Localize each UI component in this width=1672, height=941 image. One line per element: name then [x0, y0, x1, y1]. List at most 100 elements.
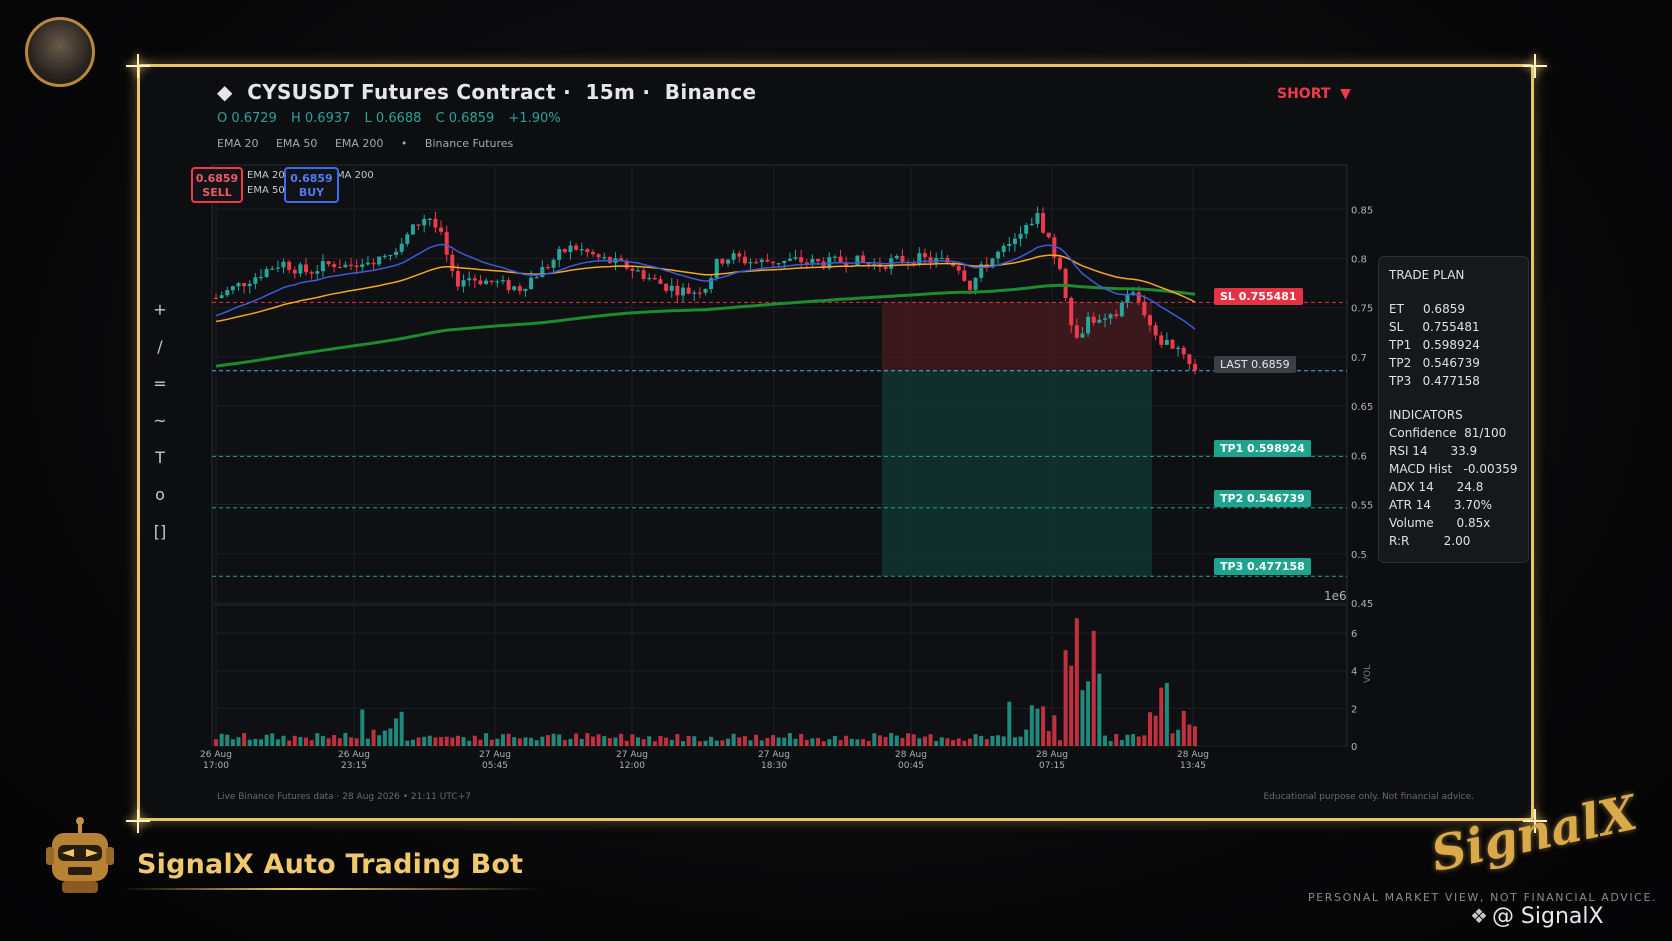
- volume-bar: [821, 741, 826, 746]
- volume-bar: [1069, 665, 1074, 746]
- sell-button[interactable]: 0.6859 SELL: [191, 167, 243, 203]
- volume-bar: [613, 737, 618, 746]
- volume-bar: [579, 738, 584, 746]
- volume-bar: [304, 737, 309, 746]
- reward-zone: [882, 370, 1152, 577]
- candle: [680, 287, 685, 296]
- volume-bar: [697, 741, 702, 746]
- volume-bar: [495, 738, 500, 746]
- volume-bar: [489, 739, 494, 746]
- rectangle-tool-icon[interactable]: []: [152, 522, 168, 559]
- candle: [669, 285, 674, 291]
- curve-tool-icon[interactable]: ~: [152, 411, 168, 448]
- volume-bar: [517, 738, 522, 746]
- volume-bar: [1007, 701, 1012, 746]
- volume-bar: [742, 736, 747, 746]
- candle: [394, 251, 399, 255]
- volume-bar: [360, 709, 365, 746]
- x-tick-label: 27 Aug 05:45: [479, 750, 511, 771]
- candle: [1012, 238, 1017, 244]
- text-tool-icon[interactable]: T: [152, 448, 168, 485]
- candle: [253, 277, 258, 284]
- tp2-price-tag[interactable]: TP2 0.546739: [1214, 490, 1311, 507]
- candle: [343, 264, 348, 268]
- trendline-tool-icon[interactable]: /: [152, 337, 168, 374]
- candle: [467, 278, 472, 281]
- volume-bar: [433, 737, 438, 746]
- candle: [1114, 314, 1119, 317]
- social-handle[interactable]: ❖ @ SignalX: [1470, 904, 1604, 929]
- sl-price-tag[interactable]: SL 0.755481: [1214, 288, 1303, 305]
- volume-bar: [270, 733, 275, 746]
- volume-bar: [461, 737, 466, 746]
- volume-bar: [889, 733, 894, 746]
- candle: [377, 256, 382, 265]
- volume-bar: [416, 737, 421, 746]
- volume-bar: [849, 738, 854, 746]
- volume-bar: [765, 737, 770, 746]
- volume-bar: [939, 737, 944, 746]
- candle: [1057, 257, 1062, 269]
- volume-bar: [720, 740, 725, 746]
- candle: [765, 259, 770, 262]
- candle: [225, 290, 230, 296]
- candle: [416, 224, 421, 226]
- volume-bar: [776, 737, 781, 746]
- candle: [635, 270, 640, 272]
- x-tick-label: 26 Aug 17:00: [200, 750, 232, 771]
- volume-bar: [804, 739, 809, 746]
- volume-bar: [726, 738, 731, 746]
- volume-bar: [692, 736, 697, 746]
- tp1-price-tag[interactable]: TP1 0.598924: [1214, 440, 1311, 457]
- volume-bar: [455, 735, 460, 746]
- volume-bar: [635, 737, 640, 746]
- tp3-price-tag[interactable]: TP3 0.477158: [1214, 558, 1311, 575]
- candle: [439, 227, 444, 232]
- volume-bar: [545, 735, 550, 746]
- candle: [523, 288, 528, 291]
- crosshair-tool-icon[interactable]: +: [152, 300, 168, 337]
- candle: [270, 268, 275, 270]
- brand-disclaimer: PERSONAL MARKET VIEW, NOT FINANCIAL ADVI…: [1308, 891, 1658, 904]
- bot-name-underline: [122, 888, 542, 890]
- volume-bar: [540, 736, 545, 746]
- candle: [214, 297, 218, 300]
- ind-row-adx: ADX 14 24.8: [1389, 480, 1484, 494]
- y-tick-label: 0.6: [1351, 451, 1367, 462]
- candle: [1069, 298, 1074, 326]
- volume-bar: [996, 735, 1001, 746]
- volume-bar: [664, 737, 669, 746]
- x-tick-label: 28 Aug 07:15: [1036, 750, 1068, 771]
- candle: [1024, 225, 1029, 234]
- parallel-lines-tool-icon[interactable]: =: [152, 374, 168, 411]
- candle: [1029, 223, 1034, 226]
- candle: [883, 266, 888, 269]
- candle: [287, 261, 292, 270]
- volume-bar: [506, 733, 511, 746]
- x-tick-label: 26 Aug 23:15: [338, 750, 370, 771]
- ind-row-rr: R:R 2.00: [1389, 534, 1471, 548]
- sell-price: 0.6859: [195, 172, 239, 185]
- x-tick-label: 28 Aug 00:45: [895, 750, 927, 771]
- candle: [281, 261, 286, 268]
- candle: [1170, 339, 1175, 349]
- trade-plan-panel: TRADE PLAN ET 0.6859 SL 0.755481 TP1 0.5…: [1378, 256, 1529, 563]
- candle: [371, 262, 376, 265]
- buy-button[interactable]: 0.6859 BUY: [284, 167, 339, 203]
- volume-bar: [410, 739, 415, 746]
- volume-bar: [680, 741, 685, 746]
- volume-bar: [894, 735, 899, 746]
- bot-name: SignalX Auto Trading Bot: [137, 849, 524, 880]
- candle: [1181, 347, 1186, 355]
- volume-bar: [1142, 735, 1147, 746]
- candle: [579, 249, 584, 251]
- circle-tool-icon[interactable]: o: [152, 485, 168, 522]
- volume-bar: [247, 739, 252, 746]
- candle: [894, 255, 899, 259]
- candle: [1119, 302, 1124, 317]
- candle: [304, 264, 309, 273]
- volume-tick-label: 2: [1351, 704, 1357, 715]
- candle: [1153, 325, 1158, 336]
- candle: [1142, 301, 1147, 316]
- binance-icon: ❖: [1470, 904, 1488, 928]
